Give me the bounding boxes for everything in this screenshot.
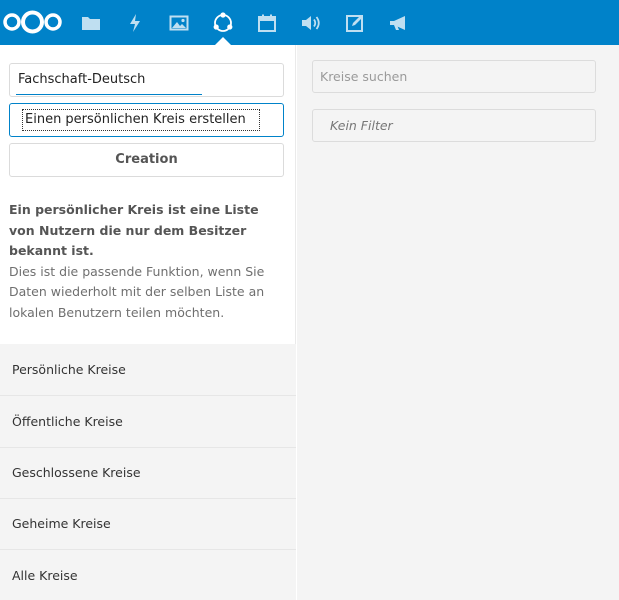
- circle-name-input[interactable]: Fachschaft-Deutsch: [9, 63, 284, 97]
- lightning-icon[interactable]: [113, 0, 157, 45]
- circle-type-description: Ein persönlicher Kreis ist eine Liste vo…: [9, 200, 269, 323]
- edit-icon[interactable]: [333, 0, 377, 45]
- filter-item-all[interactable]: Alle Kreise: [0, 550, 296, 600]
- active-app-caret: [215, 37, 231, 45]
- circle-type-select[interactable]: Einen persönlichen Kreis erstellen: [9, 103, 284, 137]
- circle-name-value: Fachschaft-Deutsch: [18, 72, 146, 87]
- active-filter-box[interactable]: Kein Filter: [312, 109, 596, 142]
- app-navigation: Fachschaft-Deutsch Einen persönlichen Kr…: [0, 45, 296, 600]
- filter-item-closed[interactable]: Geschlossene Kreise: [0, 447, 296, 499]
- circle-search-input[interactable]: Kreise suchen: [312, 60, 596, 93]
- image-icon[interactable]: [157, 0, 201, 45]
- circle-filter-list: Persönliche Kreise Öffentliche Kreise Ge…: [0, 344, 296, 600]
- folder-icon[interactable]: [69, 0, 113, 45]
- megaphone-icon[interactable]: [377, 0, 421, 45]
- circle-type-selected-option: Einen persönlichen Kreis erstellen: [22, 109, 260, 131]
- description-lead: Ein persönlicher Kreis ist eine Liste vo…: [9, 202, 259, 258]
- filter-item-personal[interactable]: Persönliche Kreise: [0, 344, 296, 396]
- top-header: [0, 0, 619, 45]
- nextcloud-logo-icon[interactable]: [0, 0, 68, 45]
- create-circle-button[interactable]: Creation: [9, 143, 284, 177]
- speaker-icon[interactable]: [289, 0, 333, 45]
- calendar-icon[interactable]: [245, 0, 289, 45]
- description-rest: Dies ist die passende Funktion, wenn Sie…: [9, 263, 265, 320]
- input-underline: [16, 94, 202, 95]
- app-content: Kreise suchen Kein Filter: [297, 45, 619, 600]
- filter-item-public[interactable]: Öffentliche Kreise: [0, 396, 296, 448]
- filter-item-secret[interactable]: Geheime Kreise: [0, 498, 296, 550]
